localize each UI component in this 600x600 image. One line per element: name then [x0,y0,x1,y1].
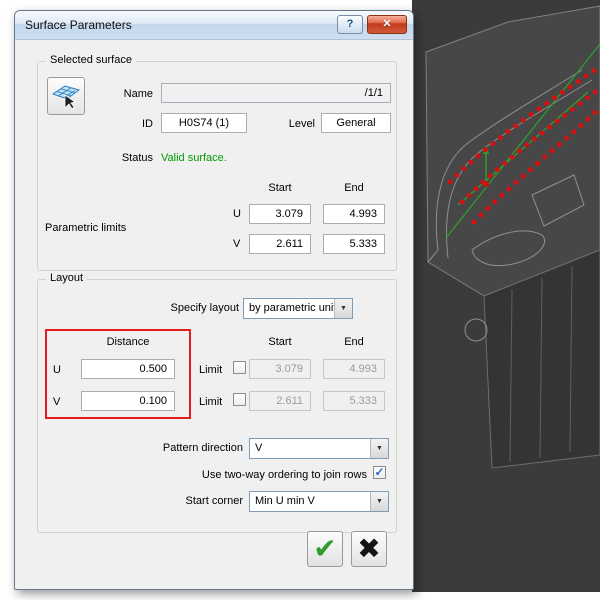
specify-layout-label: Specify layout [170,302,239,314]
param-start-header: Start [268,182,292,194]
start-corner-dropdown[interactable]: Min U min V ▼ [249,491,389,512]
surface-select-button[interactable] [47,77,85,115]
level-label: Level [288,118,315,130]
surface-parameters-dialog: Surface Parameters ? ✕ Selected surface … [14,10,414,590]
surface-icon [51,85,81,110]
u-limit-label: Limit [199,364,223,376]
param-u-start-field[interactable]: 3.079 [249,204,311,224]
specify-layout-value: by parametric units [249,302,342,314]
cancel-button[interactable]: ✖ [351,531,387,567]
layout-u-start-field: 3.079 [249,359,311,379]
status-label: Status [121,152,153,164]
distance-header: Distance [106,336,150,348]
id-field[interactable]: H0S74 (1) [161,113,247,133]
id-label: ID [142,118,153,130]
param-end-header: End [344,182,364,194]
x-icon: ✖ [357,533,381,564]
titlebar[interactable]: Surface Parameters ? ✕ [15,11,413,40]
pattern-direction-value: V [255,442,263,454]
chevron-down-icon: ▼ [370,492,388,511]
v-limit-checkbox[interactable] [233,393,246,406]
two-way-ordering-label: Use two-way ordering to join rows [201,469,367,481]
v-limit-label: Limit [199,396,223,408]
ok-button[interactable]: ✔ [307,531,343,567]
layout-v-end-field: 5.333 [323,391,385,411]
chevron-down-icon: ▼ [370,439,388,458]
u-distance-field[interactable]: 0.500 [81,359,175,379]
layout-u-label: U [53,364,61,376]
start-corner-label: Start corner [185,495,243,507]
help-button[interactable]: ? [337,15,363,34]
status-value: Valid surface. [161,152,227,164]
param-v-end-field[interactable]: 5.333 [323,234,385,254]
layout-v-start-field: 2.611 [249,391,311,411]
check-icon: ✔ [313,533,337,564]
two-way-ordering-checkbox[interactable]: ✓ [373,466,386,479]
layout-v-label: V [53,396,61,408]
param-u-label: U [233,208,241,220]
start-corner-value: Min U min V [255,495,315,507]
pattern-direction-label: Pattern direction [162,442,243,454]
layout-end-header: End [344,336,364,348]
level-field[interactable]: General [321,113,391,133]
param-u-end-field[interactable]: 4.993 [323,204,385,224]
v-distance-field[interactable]: 0.100 [81,391,175,411]
name-label: Name [123,88,153,100]
specify-layout-dropdown[interactable]: by parametric units ▼ [243,298,353,319]
u-limit-checkbox[interactable] [233,361,246,374]
screen: Surface Parameters ? ✕ Selected surface … [0,0,600,600]
dialog-title: Surface Parameters [25,18,132,32]
viewport-3d[interactable] [412,0,600,600]
selected-surface-group-label: Selected surface [46,54,136,66]
layout-u-end-field: 4.993 [323,359,385,379]
name-field[interactable]: /1/1 [161,83,391,103]
pattern-direction-dropdown[interactable]: V ▼ [249,438,389,459]
close-button[interactable]: ✕ [367,15,407,34]
param-v-label: V [233,238,241,250]
parametric-limits-label: Parametric limits [45,222,127,234]
chevron-down-icon: ▼ [334,299,352,318]
param-v-start-field[interactable]: 2.611 [249,234,311,254]
layout-group-label: Layout [46,272,88,284]
layout-start-header: Start [268,336,292,348]
